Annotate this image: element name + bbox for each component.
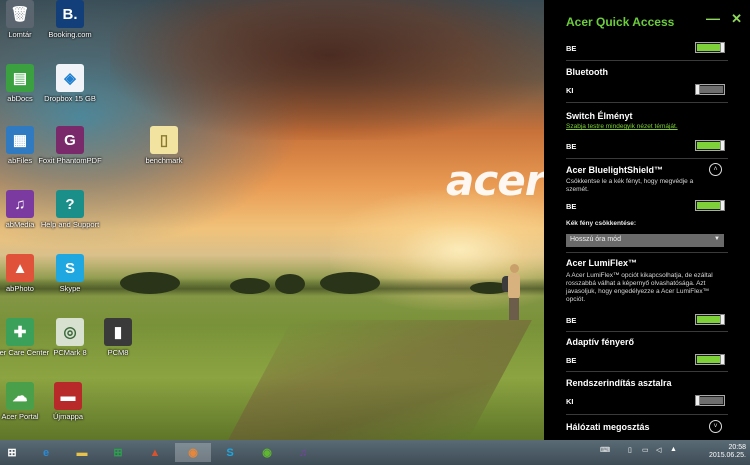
chevron-down-icon[interactable]: ˅ xyxy=(709,420,722,433)
divider xyxy=(566,158,728,159)
network-section: Hálózati megosztás xyxy=(566,422,726,432)
wallpaper-tree xyxy=(275,274,305,294)
explorer-icon[interactable]: ▬ xyxy=(72,443,92,462)
desktop-icon-pcm8[interactable]: ▮ PCM8 xyxy=(86,318,150,357)
bluetooth-state: KI xyxy=(566,86,574,95)
bluelight-section: Acer BluelightShield™ Csökkentse le a ké… xyxy=(566,165,696,194)
chevron-up-icon[interactable]: ˄ xyxy=(709,163,722,176)
switch-state: BE xyxy=(566,142,577,151)
clock-time: 20:58 xyxy=(728,444,746,451)
minimize-icon[interactable]: — xyxy=(706,10,720,26)
bluelight-reduce-label: Kék fény csökkentése: xyxy=(566,220,637,227)
chevron-down-icon: ▼ xyxy=(714,236,720,242)
desktop-icon-foxit[interactable]: G Foxit PhantomPDF xyxy=(38,126,102,165)
switch-section: Switch Élményt Szabja testre mindegyik n… xyxy=(566,111,726,130)
folder-icon: ▬ xyxy=(54,382,82,410)
lumiflex-desc: A Acer LumiFlex™ opciót kikapcsolhatja, … xyxy=(566,272,713,303)
boot-title: Rendszerindítás asztalra xyxy=(566,378,672,388)
desktop-icon-booking[interactable]: B. Booking.com xyxy=(38,0,102,39)
bluelight-mode-select[interactable]: Hosszú óra mód ▼ xyxy=(566,234,724,247)
acer-care-taskbar-icon[interactable]: ◉ xyxy=(175,443,211,462)
adaptive-state: BE xyxy=(566,356,577,365)
network-icon[interactable]: ▲ xyxy=(670,446,677,453)
folder-icon: ▯ xyxy=(150,126,178,154)
booking-icon: B. xyxy=(56,0,84,28)
notification-icon[interactable]: ▯ xyxy=(628,446,632,454)
switch-title: Switch Élményt xyxy=(566,111,633,121)
panel-header: Acer Quick Access — ✕ xyxy=(566,10,744,29)
divider xyxy=(566,414,728,415)
taskbar: ⊞ e ▬ ⊞ ▲ ◉ S ◉ ♫ ⌨ ▯ ▭ ◁ ▲ 20:58 2015.0… xyxy=(0,440,750,465)
wallpaper-tree xyxy=(120,272,180,294)
wallpaper-tree xyxy=(230,278,270,294)
boot-state: KI xyxy=(566,397,574,406)
skype-taskbar-icon[interactable]: S xyxy=(220,443,240,462)
adaptive-title: Adaptív fényerő xyxy=(566,337,635,347)
close-icon[interactable]: ✕ xyxy=(731,11,742,27)
boot-section: Rendszerindítás asztalra xyxy=(566,378,726,388)
desktop-icon-help[interactable]: ? Help and Support xyxy=(38,190,102,229)
foxit-icon: G xyxy=(56,126,84,154)
wallpaper-clouds xyxy=(110,0,550,140)
divider xyxy=(566,102,728,103)
skype-icon: S xyxy=(56,254,84,282)
select-value: Hosszú óra mód xyxy=(570,236,621,243)
spotify-icon[interactable]: ◉ xyxy=(257,443,277,462)
wallpaper-logo: acer xyxy=(446,156,545,205)
abphoto-icon: ▲ xyxy=(6,254,34,282)
abfiles-icon: ▦ xyxy=(6,126,34,154)
acer-care-icon: ✚ xyxy=(6,318,34,346)
battery-icon[interactable]: ▭ xyxy=(642,446,649,454)
abdocs-icon: ▤ xyxy=(6,64,34,92)
start-button[interactable]: ⊞ xyxy=(2,443,22,462)
wallpaper-path xyxy=(228,320,532,440)
desktop-icon-dropbox[interactable]: ◈ Dropbox 15 GB xyxy=(38,64,102,103)
divider xyxy=(566,252,728,253)
divider xyxy=(566,331,728,332)
top-state: BE xyxy=(566,44,577,53)
pcmark-icon: ◎ xyxy=(56,318,84,346)
media-icon[interactable]: ♫ xyxy=(293,443,313,462)
acer-portal-icon: ☁ xyxy=(6,382,34,410)
bluelight-title: Acer BluelightShield™ xyxy=(566,165,664,175)
divider xyxy=(566,371,728,372)
lumiflex-section: Acer LumiFlex™ A Acer LumiFlex™ opciót k… xyxy=(566,258,726,304)
dropbox-icon: ◈ xyxy=(56,64,84,92)
store-icon[interactable]: ⊞ xyxy=(108,443,128,462)
lumiflex-state: BE xyxy=(566,316,577,325)
adaptive-toggle[interactable] xyxy=(695,354,725,365)
bluelight-desc: Csökkentse le a kék fényt, hogy megvédje… xyxy=(566,178,694,193)
switch-link[interactable]: Szabja testre mindegyik nézet témáját. xyxy=(566,123,726,130)
top-toggle[interactable] xyxy=(695,42,725,53)
divider xyxy=(566,60,728,61)
desktop-icon-skype[interactable]: S Skype xyxy=(38,254,102,293)
keyboard-icon[interactable]: ⌨ xyxy=(600,446,610,454)
desktop-icon-benchmark[interactable]: ▯ benchmark xyxy=(132,126,196,165)
abmedia-icon: ♫ xyxy=(6,190,34,218)
clock[interactable]: 20:58 2015.06.25. xyxy=(709,444,746,460)
wallpaper-person xyxy=(502,264,524,320)
help-icon: ? xyxy=(56,190,84,218)
switch-toggle[interactable] xyxy=(695,140,725,151)
boot-toggle[interactable] xyxy=(695,395,725,406)
bluetooth-section: Bluetooth xyxy=(566,67,726,77)
panel-title: Acer Quick Access xyxy=(566,15,675,29)
lumiflex-toggle[interactable] xyxy=(695,314,725,325)
wallpaper-tree xyxy=(320,272,380,294)
pcm8-icon: ▮ xyxy=(104,318,132,346)
trash-icon: 🗑 xyxy=(6,0,34,28)
desktop-icon-ujmappa[interactable]: ▬ Újmappa xyxy=(36,382,100,421)
volume-icon[interactable]: ◁ xyxy=(656,446,661,454)
network-title: Hálózati megosztás xyxy=(566,422,650,432)
bluelight-toggle[interactable] xyxy=(695,200,725,211)
ie-icon[interactable]: e xyxy=(36,443,56,462)
photo-icon[interactable]: ▲ xyxy=(145,443,165,462)
system-tray: ⌨ ▯ ▭ ◁ ▲ xyxy=(600,443,690,462)
clock-date: 2015.06.25. xyxy=(709,452,746,459)
adaptive-section: Adaptív fényerő xyxy=(566,337,726,347)
lumiflex-title: Acer LumiFlex™ xyxy=(566,258,638,268)
bluelight-state: BE xyxy=(566,202,577,211)
bluetooth-title: Bluetooth xyxy=(566,67,608,77)
bluetooth-toggle[interactable] xyxy=(695,84,725,95)
